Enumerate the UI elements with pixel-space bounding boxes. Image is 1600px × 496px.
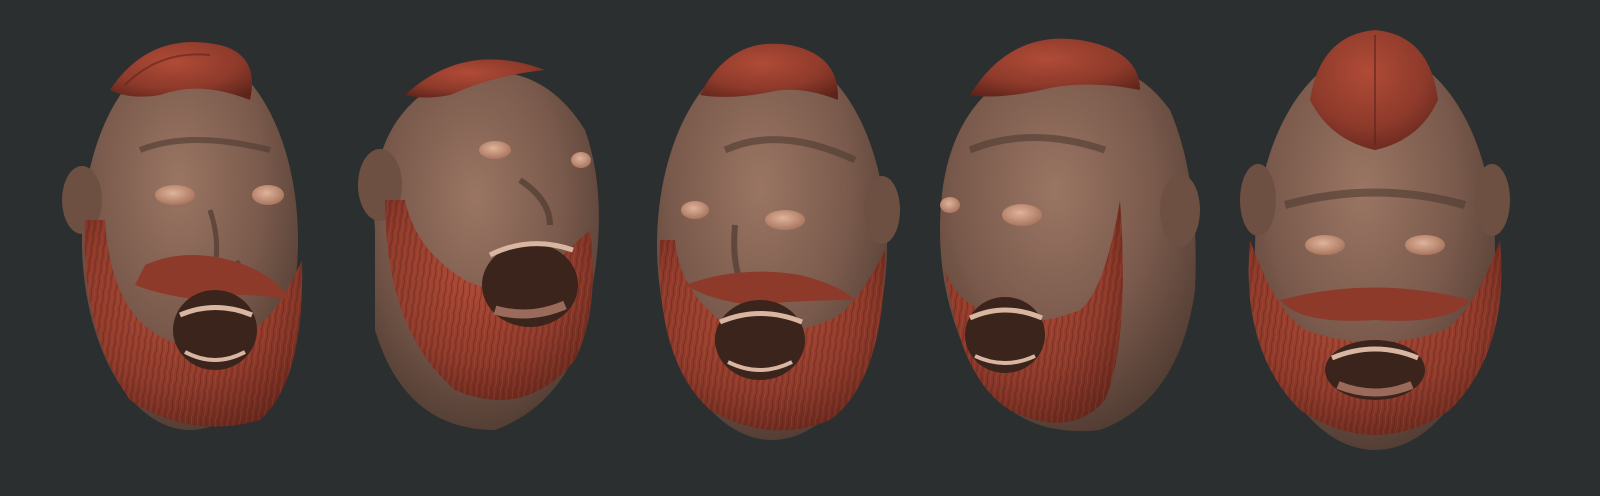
head-render-3: [640, 0, 905, 496]
head-render-1: [40, 0, 330, 496]
head-sculpt-three-quarter-right: [657, 43, 900, 440]
head-sculpt-right-side: [940, 38, 1200, 432]
head-render-2: [345, 0, 615, 496]
head-sculpt-front: [1240, 30, 1510, 450]
head-sculpt-three-quarter-left: [62, 42, 303, 430]
head-sculpt-side-tilted: [358, 59, 599, 431]
head-render-4: [930, 0, 1205, 496]
sculpt-turnaround-canvas: [0, 0, 1600, 496]
head-render-5: [1240, 0, 1540, 496]
